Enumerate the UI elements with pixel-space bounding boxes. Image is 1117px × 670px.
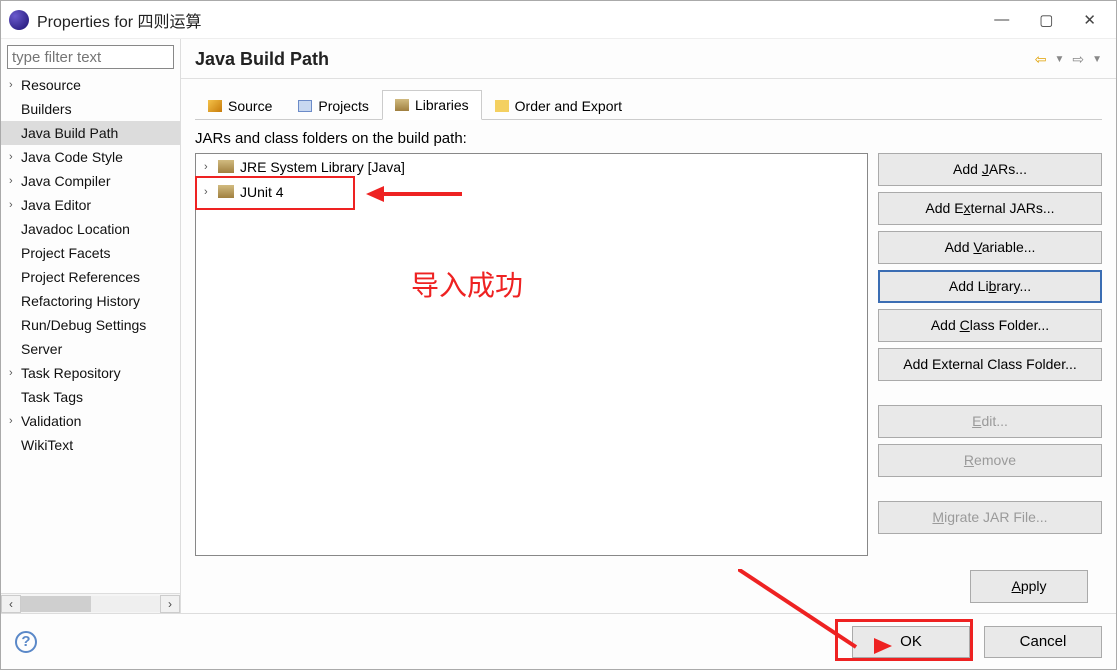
scroll-thumb[interactable] bbox=[21, 596, 91, 612]
lib-row-junit[interactable]: › JUnit 4 bbox=[196, 179, 867, 204]
tab-order-export[interactable]: Order and Export bbox=[482, 90, 635, 120]
libraries-tree[interactable]: › JRE System Library [Java] › JUnit 4 导入… bbox=[195, 153, 868, 556]
back-arrow-icon[interactable]: ⇦ bbox=[1035, 51, 1047, 68]
help-icon[interactable]: ? bbox=[15, 631, 37, 653]
tree-item-task-tags[interactable]: Task Tags bbox=[1, 385, 180, 409]
right-area: Java Build Path ⇦ ▼ ⇨ ▼ Source Projects Li… bbox=[181, 39, 1116, 613]
annotation-success-text: 导入成功 bbox=[411, 264, 523, 304]
tree-item-java-code-style[interactable]: ›Java Code Style bbox=[1, 145, 180, 169]
add-jars-button[interactable]: Add JARs... bbox=[878, 153, 1102, 186]
tree-item-server[interactable]: Server bbox=[1, 337, 180, 361]
header-bar: Java Build Path ⇦ ▼ ⇨ ▼ bbox=[181, 39, 1116, 79]
tree-item-builders[interactable]: Builders bbox=[1, 97, 180, 121]
source-icon bbox=[208, 100, 222, 112]
main-area: ›Resource Builders Java Build Path ›Java… bbox=[1, 39, 1116, 613]
cancel-button[interactable]: Cancel bbox=[984, 626, 1102, 658]
add-external-jars-button[interactable]: Add External JARs... bbox=[878, 192, 1102, 225]
add-class-folder-button[interactable]: Add Class Folder... bbox=[878, 309, 1102, 342]
edit-button[interactable]: Edit... bbox=[878, 405, 1102, 438]
tree-item-java-compiler[interactable]: ›Java Compiler bbox=[1, 169, 180, 193]
scroll-right-icon[interactable]: › bbox=[160, 595, 180, 613]
scroll-track[interactable] bbox=[21, 596, 160, 612]
tree-item-task-repository[interactable]: ›Task Repository bbox=[1, 361, 180, 385]
tree-item-project-references[interactable]: Project References bbox=[1, 265, 180, 289]
chevron-right-icon: › bbox=[9, 415, 21, 427]
apply-button[interactable]: Apply bbox=[970, 570, 1088, 603]
window-title: Properties for 四则运算 bbox=[37, 8, 994, 32]
tab-libraries[interactable]: Libraries bbox=[382, 90, 482, 120]
projects-icon bbox=[298, 100, 312, 112]
add-external-class-folder-button[interactable]: Add External Class Folder... bbox=[878, 348, 1102, 381]
filter-input[interactable] bbox=[7, 45, 174, 69]
apply-row: Apply bbox=[195, 556, 1102, 613]
libraries-icon bbox=[395, 99, 409, 111]
chevron-right-icon: › bbox=[9, 79, 21, 91]
tree-item-wikitext[interactable]: WikiText bbox=[1, 433, 180, 457]
chevron-right-icon: › bbox=[9, 367, 21, 379]
lib-row-jre[interactable]: › JRE System Library [Java] bbox=[196, 154, 867, 179]
jars-label: JARs and class folders on the build path… bbox=[195, 130, 1102, 147]
annotation-arrow-head-icon bbox=[874, 638, 892, 654]
eclipse-icon bbox=[9, 10, 29, 30]
annotation-arrow-to-ok-icon bbox=[738, 569, 878, 669]
page-title: Java Build Path bbox=[195, 49, 1035, 70]
tree-item-java-editor[interactable]: ›Java Editor bbox=[1, 193, 180, 217]
library-icon bbox=[218, 160, 234, 173]
migrate-jar-button[interactable]: Migrate JAR File... bbox=[878, 501, 1102, 534]
library-icon bbox=[218, 185, 234, 198]
add-variable-button[interactable]: Add Variable... bbox=[878, 231, 1102, 264]
chevron-right-icon: › bbox=[9, 199, 21, 211]
title-bar: Properties for 四则运算 — ▢ ✕ bbox=[1, 1, 1116, 39]
left-panel: ›Resource Builders Java Build Path ›Java… bbox=[1, 39, 181, 613]
tree-item-resource[interactable]: ›Resource bbox=[1, 73, 180, 97]
properties-tree[interactable]: ›Resource Builders Java Build Path ›Java… bbox=[1, 73, 180, 593]
tree-item-java-build-path[interactable]: Java Build Path bbox=[1, 121, 180, 145]
button-column: Add JARs... Add External JARs... Add Var… bbox=[878, 153, 1102, 556]
forward-arrow-icon[interactable]: ⇨ bbox=[1072, 51, 1084, 68]
forward-dropdown-icon[interactable]: ▼ bbox=[1092, 54, 1102, 65]
window-controls: — ▢ ✕ bbox=[994, 11, 1096, 29]
tab-projects[interactable]: Projects bbox=[285, 90, 382, 120]
remove-button[interactable]: Remove bbox=[878, 444, 1102, 477]
tree-item-project-facets[interactable]: Project Facets bbox=[1, 241, 180, 265]
annotation-arrow-line bbox=[382, 192, 462, 196]
back-dropdown-icon[interactable]: ▼ bbox=[1054, 54, 1064, 65]
right-body: Source Projects Libraries Order and Expo… bbox=[181, 79, 1116, 613]
order-icon bbox=[495, 100, 509, 112]
minimize-icon[interactable]: — bbox=[994, 11, 1009, 29]
tree-item-refactoring-history[interactable]: Refactoring History bbox=[1, 289, 180, 313]
tree-item-javadoc-location[interactable]: Javadoc Location bbox=[1, 217, 180, 241]
chevron-right-icon: › bbox=[9, 175, 21, 187]
scroll-left-icon[interactable]: ‹ bbox=[1, 595, 21, 613]
close-icon[interactable]: ✕ bbox=[1083, 11, 1096, 29]
horizontal-scrollbar[interactable]: ‹ › bbox=[1, 593, 180, 613]
chevron-right-icon: › bbox=[204, 161, 218, 173]
tab-source[interactable]: Source bbox=[195, 90, 285, 120]
chevron-right-icon: › bbox=[9, 151, 21, 163]
bottom-bar: ? OK Cancel bbox=[1, 613, 1116, 669]
chevron-right-icon: › bbox=[204, 186, 218, 198]
nav-arrows: ⇦ ▼ ⇨ ▼ bbox=[1035, 51, 1102, 68]
add-library-button[interactable]: Add Library... bbox=[878, 270, 1102, 303]
tree-item-run-debug-settings[interactable]: Run/Debug Settings bbox=[1, 313, 180, 337]
maximize-icon[interactable]: ▢ bbox=[1039, 11, 1053, 29]
tabs: Source Projects Libraries Order and Expo… bbox=[195, 89, 1102, 120]
content-row: › JRE System Library [Java] › JUnit 4 导入… bbox=[195, 153, 1102, 556]
tree-item-validation[interactable]: ›Validation bbox=[1, 409, 180, 433]
